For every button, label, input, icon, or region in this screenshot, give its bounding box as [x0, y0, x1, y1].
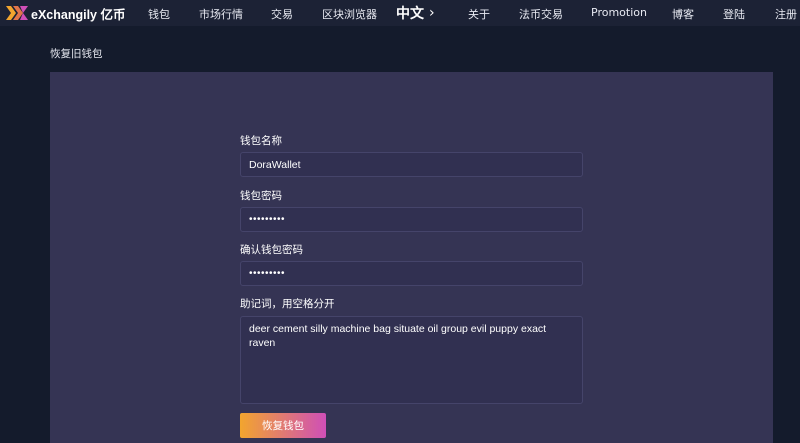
wallet-name-input[interactable]: DoraWallet — [240, 152, 583, 177]
nav-about[interactable]: 关于 — [468, 6, 490, 22]
language-selector[interactable]: 中文 › — [396, 3, 435, 23]
brand-logo[interactable]: eXchangily 亿币 — [6, 4, 125, 22]
nav-blog[interactable]: 博客 — [672, 6, 694, 22]
wallet-password-label: 钱包密码 — [240, 190, 282, 202]
exchangily-logo-icon — [6, 6, 28, 20]
confirm-password-input[interactable]: ••••••••• — [240, 261, 583, 286]
confirm-password-label: 确认钱包密码 — [240, 244, 303, 256]
nav-block-explorer[interactable]: 区块浏览器 — [322, 6, 377, 22]
mnemonic-label: 助记词，用空格分开 — [240, 298, 335, 310]
logo-text: eXchangily 亿币 — [31, 7, 126, 22]
wallet-name-label: 钱包名称 — [240, 135, 282, 147]
nav-register[interactable]: 注册 — [775, 6, 797, 22]
nav-login[interactable]: 登陆 — [723, 6, 745, 22]
page-title: 恢复旧钱包 — [50, 48, 103, 60]
nav-market[interactable]: 市场行情 — [199, 6, 243, 22]
chevron-right-icon: › — [429, 5, 435, 21]
mnemonic-textarea[interactable]: deer cement silly machine bag situate oi… — [240, 316, 583, 404]
nav-trade[interactable]: 交易 — [271, 6, 293, 22]
nav-wallet[interactable]: 钱包 — [148, 6, 170, 22]
nav-promotion[interactable]: Promotion — [591, 6, 647, 19]
nav-fiat-trade[interactable]: 法币交易 — [519, 6, 563, 22]
wallet-password-input[interactable]: ••••••••• — [240, 207, 583, 232]
language-label: 中文 — [396, 6, 424, 22]
top-navigation-bar: eXchangily 亿币 钱包 市场行情 交易 区块浏览器 中文 › 关于 法… — [0, 0, 800, 26]
restore-wallet-button[interactable]: 恢复钱包 — [240, 413, 326, 438]
